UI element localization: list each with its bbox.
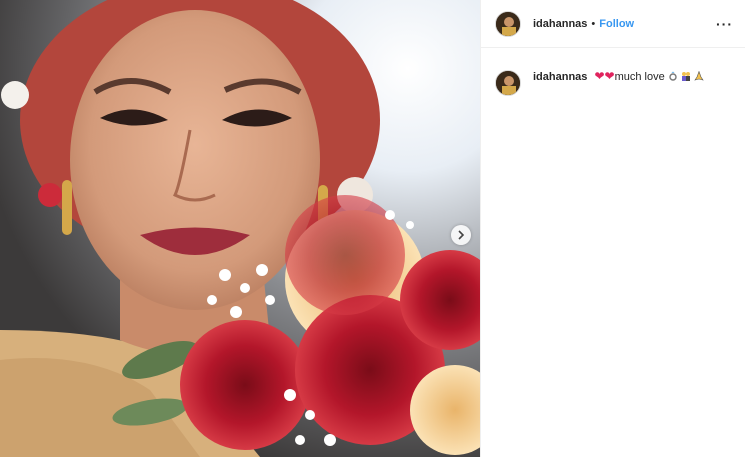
caption-text: idahannas ❤❤much love [533,68,704,96]
post-side-panel: idahannas • Follow ··· idahannas ❤❤much … [480,0,745,457]
post-header: idahannas • Follow ··· [481,0,745,48]
caption-avatar[interactable] [495,70,521,96]
couple-emoji-icon [681,72,690,81]
caption-username[interactable]: idahannas [533,71,587,83]
ring-emoji-icon [669,71,677,81]
praying-hands-emoji-icon [694,71,704,81]
avatar-image [496,11,520,36]
red-heart-icon: ❤ [604,69,615,83]
profile-avatar[interactable] [495,10,521,37]
chevron-right-icon [458,230,465,240]
separator-dot: • [591,17,596,30]
next-photo-button[interactable] [451,225,471,245]
post-photo[interactable] [0,0,480,457]
username-link[interactable]: idahannas [533,18,587,30]
follow-button[interactable]: Follow [599,18,634,30]
caption-comment: idahannas ❤❤much love [481,48,745,96]
more-options-icon[interactable]: ··· [716,16,733,32]
bride-portrait-image [0,0,480,457]
red-heart-icon: ❤ [594,69,605,83]
caption-body: much love [614,71,665,83]
avatar-image [496,71,520,95]
